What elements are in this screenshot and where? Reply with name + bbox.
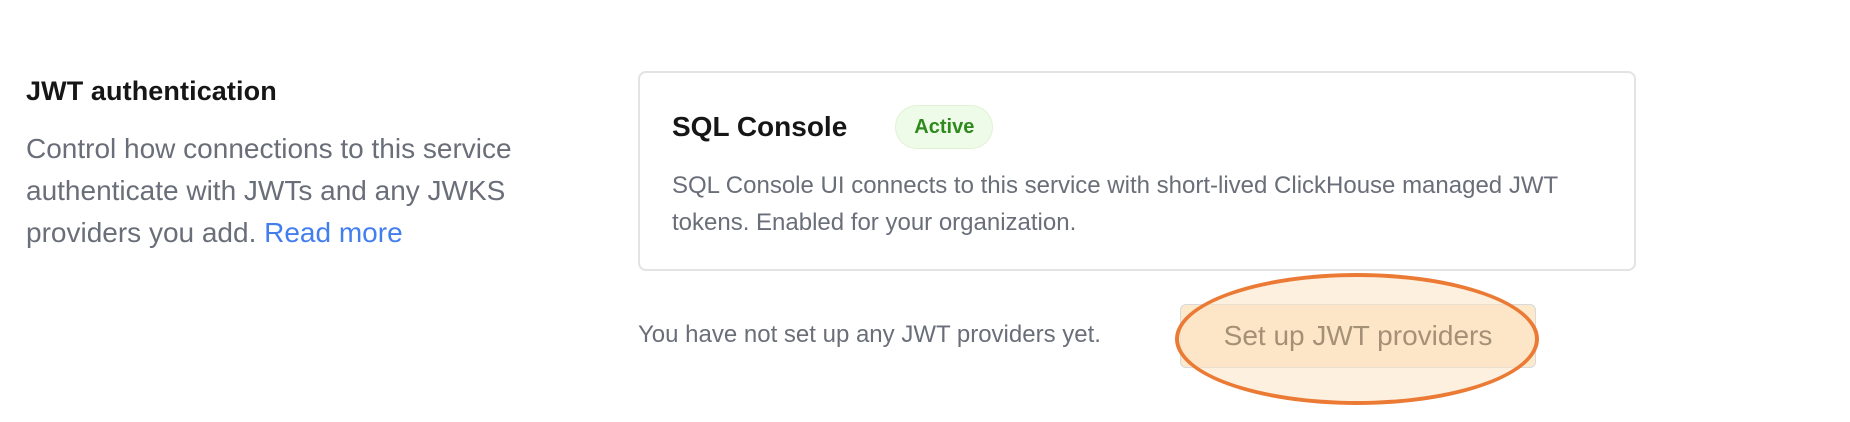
read-more-link[interactable]: Read more: [264, 217, 403, 248]
jwt-settings-page: JWT authentication Control how connectio…: [0, 0, 1850, 422]
section-header: JWT authentication Control how connectio…: [26, 74, 586, 254]
empty-providers-message: You have not set up any JWT providers ye…: [638, 321, 1101, 348]
card-header: SQL Console Active: [672, 105, 994, 149]
setup-jwt-providers-button[interactable]: Set up JWT providers: [1180, 304, 1536, 368]
status-badge: Active: [895, 105, 994, 149]
section-title: JWT authentication: [26, 76, 277, 106]
card-description: SQL Console UI connects to this service …: [672, 172, 1558, 236]
jwt-providers-row: You have not set up any JWT providers ye…: [638, 304, 1638, 368]
card-title: SQL Console: [672, 111, 848, 142]
sql-console-card: SQL Console Active SQL Console UI connec…: [638, 71, 1636, 271]
section-description: Control how connections to this service …: [26, 128, 586, 254]
